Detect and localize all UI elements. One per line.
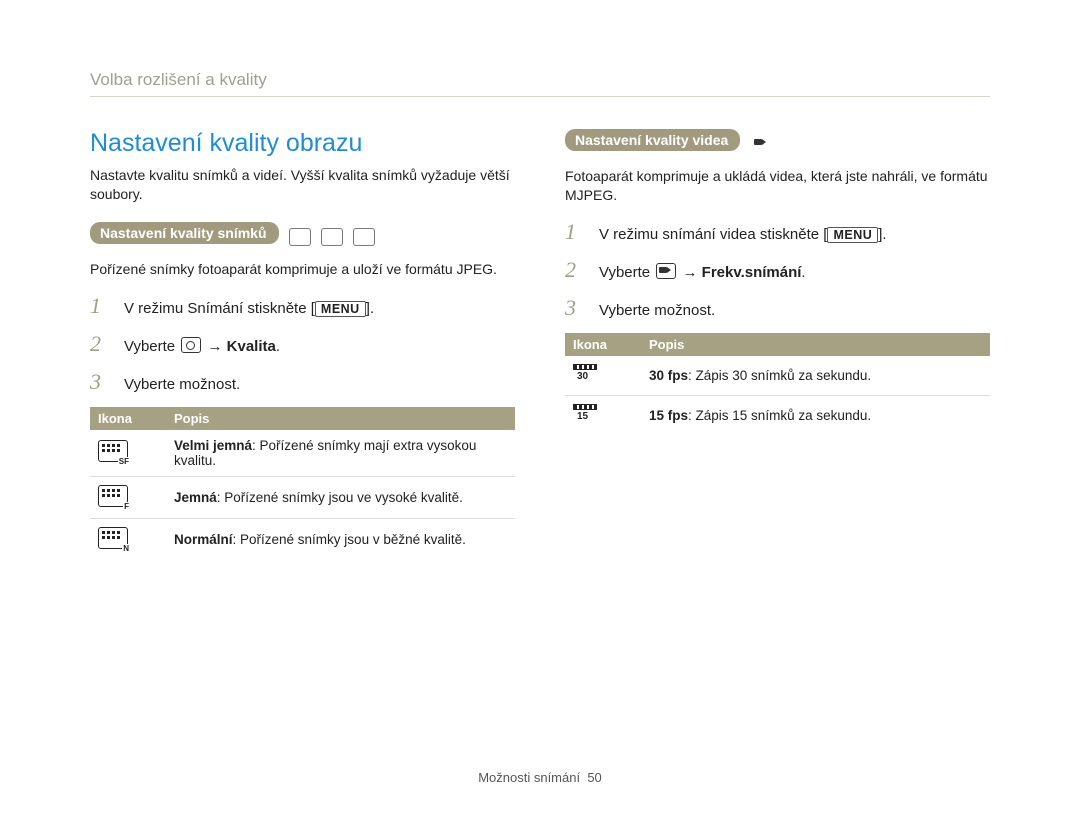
image-quality-pill: Nastavení kvality snímků — [90, 222, 279, 244]
table-row: F Jemná: Pořízené snímky jsou ve vysoké … — [90, 476, 515, 518]
table-header-icon: Ikona — [90, 407, 166, 430]
menu-button-label: MENU — [827, 227, 878, 243]
page-footer: Možnosti snímání 50 — [0, 770, 1080, 785]
page-title: Nastavení kvality obrazu — [90, 129, 515, 158]
video-fps-table: Ikona Popis 30 30 fps: Zápis 30 snímků z… — [565, 333, 990, 435]
step-text: Vyberte možnost. — [599, 302, 715, 319]
video-mode-icon — [752, 136, 774, 152]
table-header-desc: Popis — [166, 407, 515, 430]
table-cell: Velmi jemná: Pořízené snímky mají extra … — [166, 430, 515, 477]
table-cell: Normální: Pořízené snímky jsou v běžné k… — [166, 518, 515, 560]
step-text: V režimu Snímání stiskněte [MENU]. — [124, 300, 374, 317]
video-icon — [656, 263, 676, 279]
intro-text: Nastavte kvalitu snímků a videí. Vyšší k… — [90, 166, 515, 204]
table-header-desc: Popis — [641, 333, 990, 356]
step-text: V režimu snímání videa stiskněte [MENU]. — [599, 226, 887, 243]
step-number: 3 — [565, 295, 583, 321]
fine-icon: F — [98, 485, 128, 507]
left-column: Nastavení kvality obrazu Nastavte kvalit… — [90, 129, 515, 560]
table-cell: 30 fps: Zápis 30 snímků za sekundu. — [641, 356, 990, 396]
menu-button-label: MENU — [315, 301, 366, 317]
right-column: Nastavení kvality videa Fotoaparát kompr… — [565, 129, 990, 560]
step-number: 3 — [90, 369, 108, 395]
step-text: Vyberte → Frekv.snímání. — [599, 263, 806, 281]
step-number: 2 — [565, 257, 583, 283]
step-text: Vyberte → Kvalita. — [124, 337, 280, 355]
table-row: N Normální: Pořízené snímky jsou v běžné… — [90, 518, 515, 560]
step-number: 2 — [90, 331, 108, 357]
normal-icon: N — [98, 527, 128, 549]
video-quality-pill: Nastavení kvality videa — [565, 129, 740, 151]
step-number: 1 — [565, 219, 583, 245]
table-cell: Jemná: Pořízené snímky jsou ve vysoké kv… — [166, 476, 515, 518]
scene-mode-icon — [353, 228, 375, 246]
image-quality-desc: Pořízené snímky fotoaparát komprimuje a … — [90, 260, 515, 279]
table-header-icon: Ikona — [565, 333, 641, 356]
step-text: Vyberte možnost. — [124, 376, 240, 393]
image-quality-steps: 1 V režimu Snímání stiskněte [MENU]. 2 V… — [90, 293, 515, 395]
superfine-icon: SF — [98, 440, 128, 462]
video-quality-desc: Fotoaparát komprimuje a ukládá videa, kt… — [565, 167, 990, 205]
camera-icon — [181, 337, 201, 353]
breadcrumb: Volba rozlišení a kvality — [90, 70, 990, 97]
video-quality-steps: 1 V režimu snímání videa stiskněte [MENU… — [565, 219, 990, 321]
camera-mode-icon — [289, 228, 311, 246]
table-row: 15 15 fps: Zápis 15 snímků za sekundu. — [565, 395, 990, 435]
fps30-icon: 30 — [573, 364, 601, 384]
table-row: 30 30 fps: Zápis 30 snímků za sekundu. — [565, 356, 990, 396]
table-row: SF Velmi jemná: Pořízené snímky mají ext… — [90, 430, 515, 477]
table-cell: 15 fps: Zápis 15 snímků za sekundu. — [641, 395, 990, 435]
step-number: 1 — [90, 293, 108, 319]
dual-mode-icon — [321, 228, 343, 246]
fps15-icon: 15 — [573, 404, 601, 424]
image-quality-table: Ikona Popis SF Velmi jemná: Pořízené sní… — [90, 407, 515, 560]
